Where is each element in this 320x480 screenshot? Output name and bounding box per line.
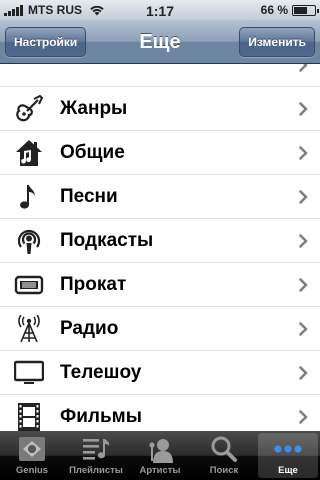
tab-label: Еще (278, 465, 298, 476)
chevron-right-icon (299, 234, 308, 248)
settings-button[interactable]: Настройки (5, 27, 87, 57)
status-right: 66 % (260, 0, 319, 20)
list-item[interactable]: Песни (0, 175, 320, 219)
chevron-right-icon (299, 190, 308, 204)
more-list[interactable]: Жанры Общие Песни Подкасты Прокат Радио Телешо… (0, 64, 320, 432)
list-item-label: Подкасты (60, 230, 154, 251)
list-item-label: Телешоу (60, 362, 142, 383)
list-item-label: Песни (60, 186, 118, 207)
list-item[interactable]: Фильмы (0, 395, 320, 432)
battery-percent: 66 % (260, 3, 288, 17)
edit-button[interactable]: Изменить (239, 27, 315, 57)
chevron-right-icon (299, 102, 308, 116)
chevron-right-icon (299, 410, 308, 424)
battery-icon (292, 4, 319, 16)
list-item-label: Жанры (60, 98, 128, 119)
search-icon (208, 435, 240, 463)
radio-tower-icon (14, 315, 44, 343)
rental-icon (14, 271, 44, 299)
film-icon (14, 403, 44, 431)
list-item[interactable]: Прокат (0, 263, 320, 307)
list-item-label: Общие (60, 142, 125, 163)
tab-label: Поиск (209, 465, 239, 476)
list-item-label: Прокат (60, 274, 127, 295)
chevron-right-icon (299, 322, 308, 336)
tab-playlists[interactable]: Плейлисты (64, 431, 128, 480)
chevron-right-icon (299, 278, 308, 292)
tab-genius[interactable]: Genius (0, 431, 64, 480)
list-item[interactable]: Подкасты (0, 219, 320, 263)
list-item[interactable]: Радио (0, 307, 320, 351)
tab-label: Genius (15, 465, 49, 476)
more-icon (272, 435, 304, 463)
list-item-label: Фильмы (60, 406, 142, 427)
list-item[interactable] (0, 64, 320, 87)
list-item-label: Радио (60, 318, 119, 339)
tv-icon (14, 359, 44, 387)
podcast-icon (14, 227, 44, 255)
guitar-icon (14, 95, 44, 123)
battery-fill (294, 6, 308, 14)
house-note-icon (14, 139, 44, 167)
tab-search[interactable]: Поиск (192, 431, 256, 480)
tab-artists[interactable]: Артисты (128, 431, 192, 480)
list-item[interactable]: Общие (0, 131, 320, 175)
tab-more[interactable]: Еще (256, 431, 320, 480)
chevron-right-icon (299, 64, 308, 72)
more-list-content: Жанры Общие Песни Подкасты Прокат Радио Телешо… (0, 64, 320, 432)
chevron-right-icon (299, 146, 308, 160)
status-bar: MTS RUS 1:17 66 % (0, 0, 320, 20)
tab-label: Плейлисты (69, 465, 123, 476)
navigation-bar: Еще Настройки Изменить (0, 20, 320, 64)
tab-bar: Genius Плейлисты Артисты Поиск Еще (0, 431, 320, 480)
artists-icon (144, 435, 176, 463)
partial-icon (14, 64, 44, 79)
genius-icon (16, 435, 48, 463)
playlists-icon (80, 435, 112, 463)
list-item[interactable]: Телешоу (0, 351, 320, 395)
chevron-right-icon (299, 366, 308, 380)
music-note-icon (14, 183, 44, 211)
tab-label: Артисты (139, 465, 181, 476)
list-item[interactable]: Жанры (0, 87, 320, 131)
